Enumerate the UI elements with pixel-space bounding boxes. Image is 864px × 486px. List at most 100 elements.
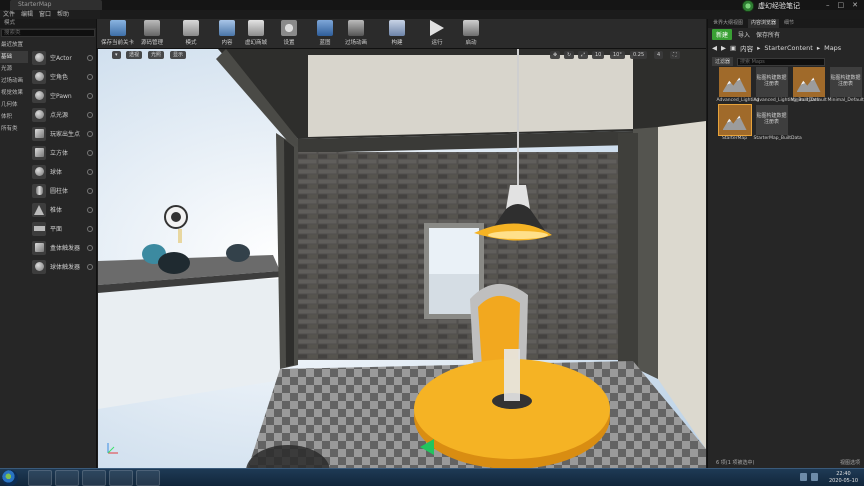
category-lights[interactable]: 光源 xyxy=(0,63,28,75)
save-all-button[interactable]: 保存所有 xyxy=(756,30,780,39)
view-options-button[interactable]: 视图选项 xyxy=(840,459,860,466)
breadcrumb-content[interactable]: 内容 xyxy=(740,43,753,53)
asset-tile[interactable]: Minimal_Default xyxy=(790,67,827,103)
back-icon[interactable]: ◀ xyxy=(712,44,717,52)
category-all-classes[interactable]: 所有类 xyxy=(0,123,28,135)
asset-tile[interactable]: Advanced_Lighting xyxy=(716,67,759,103)
asset-label: StarterMap xyxy=(721,136,748,141)
tab-content-browser[interactable]: 内容浏览器 xyxy=(748,19,780,28)
info-icon[interactable] xyxy=(87,92,93,99)
rotate-tool-icon[interactable]: ↻ xyxy=(564,51,575,59)
actor-empty-actor[interactable]: 空Actor xyxy=(29,48,96,67)
breadcrumb-maps[interactable]: Maps xyxy=(824,44,841,52)
content-button[interactable]: 内容 xyxy=(219,20,235,46)
viewport-options-button[interactable]: ▾ xyxy=(112,51,121,59)
save-current-level-button[interactable]: 保存当前关卡 xyxy=(101,20,134,46)
folder-icon[interactable] xyxy=(136,470,160,486)
actor-sphere[interactable]: 球体 xyxy=(29,162,96,181)
actor-list: 空Actor 空角色 空Pawn 点光源 玩家出生点 立方体 球体 圆柱体 椎体… xyxy=(29,48,96,276)
camera-speed-value[interactable]: 4 xyxy=(654,51,664,59)
file-explorer-icon[interactable] xyxy=(55,470,79,486)
import-button[interactable]: 导入 xyxy=(738,30,750,39)
source-control-button[interactable]: 源码管理 xyxy=(141,20,163,46)
build-button[interactable]: 构建 xyxy=(389,20,405,46)
forward-icon[interactable]: ▶ xyxy=(721,44,726,52)
actor-player-start[interactable]: 玩家出生点 xyxy=(29,124,96,143)
category-recent[interactable]: 最近放置 xyxy=(0,39,28,51)
minimize-icon[interactable]: – xyxy=(826,0,830,10)
info-icon[interactable] xyxy=(87,187,93,194)
actor-label: 空角色 xyxy=(50,74,69,81)
asset-tile[interactable]: 贴图构建数据注册表Minimal_Default_BuiltData xyxy=(827,67,864,103)
actor-box-trigger[interactable]: 盒体触发器 xyxy=(29,238,96,257)
asset-search-input[interactable]: 搜索 Maps xyxy=(737,57,826,66)
actor-sphere-trigger[interactable]: 球体触发器 xyxy=(29,257,96,276)
map-asset-icon xyxy=(718,67,751,97)
menu-window[interactable]: 窗口 xyxy=(39,10,51,19)
info-icon[interactable] xyxy=(87,149,93,156)
actor-point-light[interactable]: 点光源 xyxy=(29,105,96,124)
unreal-engine-icon[interactable] xyxy=(109,470,133,486)
perspective-button[interactable]: 透视 xyxy=(126,51,143,59)
maximize-viewport-icon[interactable]: ⛶ xyxy=(670,51,680,59)
play-button[interactable]: 运行 xyxy=(430,20,444,46)
modes-button[interactable]: 模式 xyxy=(183,20,199,46)
info-icon[interactable] xyxy=(87,206,93,213)
new-button[interactable]: 新建 xyxy=(712,29,733,40)
filters-button[interactable]: 过滤器 xyxy=(712,57,734,66)
marketplace-button[interactable]: 虚幻商城 xyxy=(245,20,267,46)
start-button[interactable] xyxy=(2,470,18,486)
category-cinematic[interactable]: 过场动画 xyxy=(0,75,28,87)
actor-empty-pawn[interactable]: 空Pawn xyxy=(29,86,96,105)
category-visual-effects[interactable]: 视觉效果 xyxy=(0,87,28,99)
network-icon[interactable] xyxy=(800,473,807,481)
tab-details[interactable]: 细节 xyxy=(781,19,797,28)
info-icon[interactable] xyxy=(87,111,93,118)
asset-label: Minimal_Default_BuiltData xyxy=(827,98,864,103)
scale-tool-icon[interactable]: ⤢ xyxy=(578,51,589,59)
translate-tool-icon[interactable]: ✥ xyxy=(550,51,561,59)
maximize-icon[interactable]: □ xyxy=(838,0,845,10)
show-button[interactable]: 显示 xyxy=(170,51,187,59)
document-tab[interactable]: StarterMap xyxy=(10,0,102,10)
actor-empty-character[interactable]: 空角色 xyxy=(29,67,96,86)
modes-tab[interactable]: 模式 xyxy=(0,19,96,28)
blueprints-button[interactable]: 蓝图 xyxy=(317,20,333,46)
cinematics-button[interactable]: 过场动画 xyxy=(345,20,367,46)
info-icon[interactable] xyxy=(87,244,93,251)
actor-plane[interactable]: 平面 xyxy=(29,219,96,238)
actor-cube[interactable]: 立方体 xyxy=(29,143,96,162)
actor-cone[interactable]: 椎体 xyxy=(29,200,96,219)
info-icon[interactable] xyxy=(87,54,93,61)
lit-mode-button[interactable]: 光照 xyxy=(148,51,165,59)
angle-snap-value[interactable]: 10° xyxy=(610,51,625,59)
menu-file[interactable]: 文件 xyxy=(3,10,15,19)
level-viewport[interactable]: ▾ 透视 光照 显示 ✥ ↻ ⤢ 10 10° 0.25 4 ⛶ xyxy=(98,49,706,468)
asset-tile[interactable]: 贴图构建数据注册表 Advanced_Lighting_BuiltData xyxy=(753,67,819,103)
menu-edit[interactable]: 编辑 xyxy=(21,10,33,19)
clock[interactable]: 22:40 2020-05-10 xyxy=(829,471,858,485)
firefox-icon[interactable] xyxy=(82,470,106,486)
info-icon[interactable] xyxy=(87,225,93,232)
info-icon[interactable] xyxy=(87,130,93,137)
scale-snap-value[interactable]: 0.25 xyxy=(630,51,648,59)
menu-help[interactable]: 帮助 xyxy=(57,10,69,19)
close-icon[interactable]: ✕ xyxy=(852,0,858,10)
breadcrumb-startercontent[interactable]: StarterContent xyxy=(764,44,812,52)
launch-button[interactable]: 启动 xyxy=(463,20,479,46)
info-icon[interactable] xyxy=(87,168,93,175)
volume-icon[interactable] xyxy=(811,473,818,481)
grid-snap-value[interactable]: 10 xyxy=(592,51,605,59)
category-volumes[interactable]: 体积 xyxy=(0,111,28,123)
tab-world-outliner[interactable]: 世界大纲视图 xyxy=(710,19,746,28)
actor-cylinder[interactable]: 圆柱体 xyxy=(29,181,96,200)
ie-icon[interactable] xyxy=(28,470,52,486)
asset-tile[interactable]: 贴图构建数据注册表 StarterMap_BuiltData xyxy=(753,105,802,141)
asset-tile-selected[interactable]: StarterMap xyxy=(716,104,753,141)
class-search-input[interactable]: 搜索类 xyxy=(1,29,95,37)
info-icon[interactable] xyxy=(87,263,93,270)
category-geometry[interactable]: 几何体 xyxy=(0,99,28,111)
category-basic[interactable]: 基础 xyxy=(0,51,28,63)
info-icon[interactable] xyxy=(87,73,93,80)
settings-button[interactable]: 设置 xyxy=(281,20,297,46)
